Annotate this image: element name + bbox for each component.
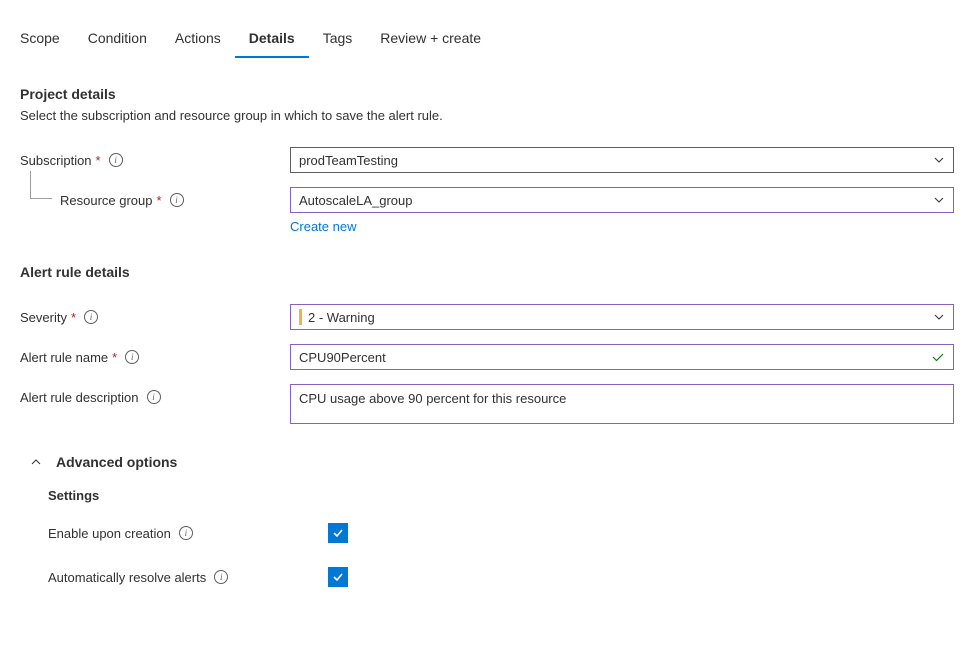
resource-group-value: AutoscaleLA_group [299, 193, 412, 208]
advanced-options-toggle[interactable]: Advanced options [30, 454, 954, 470]
enable-upon-creation-label: Enable upon creation i [48, 526, 328, 541]
project-details-description: Select the subscription and resource gro… [20, 108, 954, 123]
tab-tags[interactable]: Tags [309, 20, 367, 58]
info-icon[interactable]: i [84, 310, 98, 324]
auto-resolve-alerts-label: Automatically resolve alerts i [48, 570, 328, 585]
alert-rule-name-value: CPU90Percent [299, 350, 386, 365]
validation-check-icon [931, 350, 945, 364]
subscription-value: prodTeamTesting [299, 153, 398, 168]
alert-rule-description-input[interactable]: CPU usage above 90 percent for this reso… [290, 384, 954, 424]
alert-rule-description-label: Alert rule description i [20, 384, 290, 410]
subscription-label: Subscription * i [20, 147, 290, 173]
info-icon[interactable]: i [109, 153, 123, 167]
project-details-heading: Project details [20, 86, 954, 102]
tab-review-create[interactable]: Review + create [366, 20, 495, 58]
info-icon[interactable]: i [125, 350, 139, 364]
tab-condition[interactable]: Condition [74, 20, 161, 58]
advanced-options-heading: Advanced options [56, 454, 177, 470]
info-icon[interactable]: i [214, 570, 228, 584]
tab-details[interactable]: Details [235, 20, 309, 58]
chevron-down-icon [933, 194, 945, 206]
severity-dropdown[interactable]: 2 - Warning [290, 304, 954, 330]
resource-group-dropdown[interactable]: AutoscaleLA_group [290, 187, 954, 213]
chevron-down-icon [933, 154, 945, 166]
alert-rule-details-heading: Alert rule details [20, 264, 954, 280]
severity-value: 2 - Warning [308, 310, 375, 325]
severity-label: Severity * i [20, 304, 290, 330]
settings-heading: Settings [48, 488, 954, 503]
tree-connector [30, 171, 52, 199]
chevron-down-icon [933, 311, 945, 323]
wizard-tabs: Scope Condition Actions Details Tags Rev… [20, 20, 954, 58]
chevron-up-icon [30, 456, 42, 468]
info-icon[interactable]: i [179, 526, 193, 540]
alert-rule-description-value: CPU usage above 90 percent for this reso… [299, 391, 566, 406]
info-icon[interactable]: i [147, 390, 161, 404]
required-marker: * [71, 310, 76, 325]
create-new-link[interactable]: Create new [290, 219, 356, 234]
required-marker: * [112, 350, 117, 365]
alert-rule-name-input[interactable]: CPU90Percent [290, 344, 954, 370]
enable-upon-creation-checkbox[interactable] [328, 523, 348, 543]
subscription-dropdown[interactable]: prodTeamTesting [290, 147, 954, 173]
required-marker: * [96, 153, 101, 168]
required-marker: * [157, 193, 162, 208]
severity-color-indicator [299, 309, 302, 325]
tab-scope[interactable]: Scope [20, 20, 74, 58]
auto-resolve-alerts-checkbox[interactable] [328, 567, 348, 587]
alert-rule-name-label: Alert rule name * i [20, 344, 290, 370]
tab-actions[interactable]: Actions [161, 20, 235, 58]
resource-group-label: Resource group * i [20, 187, 290, 213]
info-icon[interactable]: i [170, 193, 184, 207]
